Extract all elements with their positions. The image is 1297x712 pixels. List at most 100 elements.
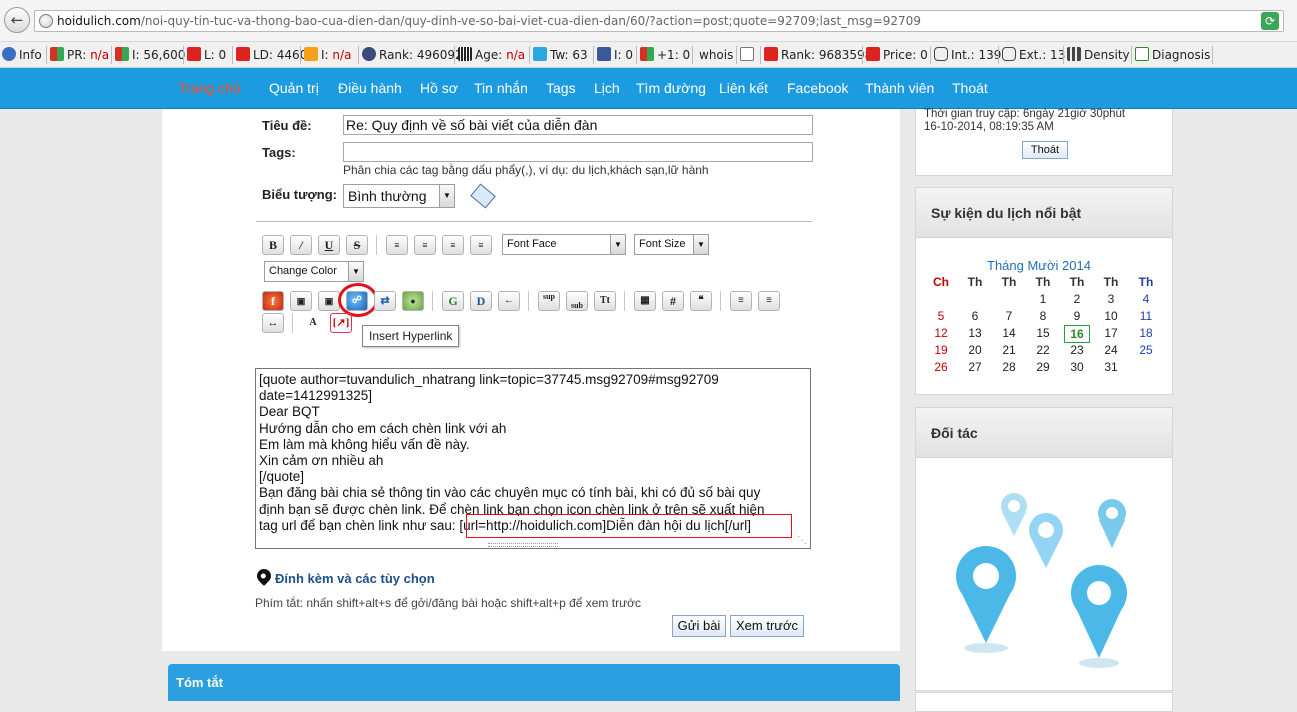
seo-source[interactable] bbox=[740, 46, 757, 64]
nav-item-facebook[interactable]: Facebook bbox=[787, 68, 848, 109]
glow-button[interactable]: G bbox=[442, 291, 464, 311]
seo-price[interactable]: Price: 0 bbox=[866, 46, 928, 64]
horizontal-rule-button[interactable]: ↔ bbox=[262, 313, 284, 333]
calendar-day[interactable]: 22 bbox=[1030, 342, 1056, 358]
font-face-select[interactable]: Font Face ▼ bbox=[502, 234, 626, 255]
nav-item-directions[interactable]: Tìm đường bbox=[636, 68, 706, 109]
calendar-day[interactable]: 8 bbox=[1030, 308, 1056, 324]
numbered-list-icon[interactable]: ≡ bbox=[758, 291, 780, 311]
nav-item-calendar[interactable]: Lịch bbox=[594, 68, 620, 109]
calendar-day[interactable]: 24 bbox=[1098, 342, 1124, 358]
resize-handle-icon[interactable]: ⋱ bbox=[797, 535, 809, 547]
italic-button[interactable]: / bbox=[290, 235, 312, 255]
table-button[interactable]: ▦ bbox=[634, 291, 656, 311]
sync-icon[interactable]: ⟳ bbox=[1261, 12, 1279, 30]
nav-item-admin[interactable]: Quản trị bbox=[269, 68, 319, 109]
calendar-day[interactable]: 19 bbox=[928, 342, 954, 358]
icon-select[interactable]: Bình thường ▼ bbox=[343, 184, 455, 208]
teletype-button[interactable]: Tt bbox=[594, 291, 616, 311]
code-button[interactable]: # bbox=[662, 291, 684, 311]
calendar-day[interactable]: 13 bbox=[962, 325, 988, 341]
calendar-day[interactable]: 30 bbox=[1064, 359, 1090, 375]
calendar-day[interactable]: 4 bbox=[1133, 291, 1159, 307]
seo-plusone[interactable]: +1: 0 bbox=[640, 46, 690, 64]
calendar-day[interactable]: 14 bbox=[996, 325, 1022, 341]
calendar-day[interactable]: 3 bbox=[1098, 291, 1124, 307]
flash-button[interactable]: f bbox=[262, 291, 284, 311]
align-left-icon[interactable]: ≡ bbox=[386, 235, 408, 255]
title-input[interactable]: Re: Quy định về số bài viết của diễn đàn bbox=[343, 115, 813, 135]
calendar-day[interactable]: 17 bbox=[1098, 325, 1124, 341]
bullet-list-icon[interactable]: ≡ bbox=[730, 291, 752, 311]
nav-item-moderate[interactable]: Điều hành bbox=[338, 68, 402, 109]
bold-button[interactable]: B bbox=[262, 235, 284, 255]
font-size-select[interactable]: Font Size ▼ bbox=[634, 234, 709, 255]
calendar-today[interactable]: 16 bbox=[1064, 325, 1090, 343]
calendar-month-title[interactable]: Tháng Mười 2014 bbox=[987, 258, 1091, 273]
seo-diagnosis[interactable]: Diagnosis bbox=[1135, 46, 1210, 64]
seo-link-domains[interactable]: LD: 4460 bbox=[236, 46, 307, 64]
calendar-day[interactable]: 26 bbox=[928, 359, 954, 375]
color-select[interactable]: Change Color ▼ bbox=[264, 261, 364, 282]
nav-item-home[interactable]: Trang chủ bbox=[178, 68, 241, 109]
calendar-day[interactable]: 21 bbox=[996, 342, 1022, 358]
seo-facebook[interactable]: I: 0 bbox=[597, 46, 633, 64]
strikethrough-button[interactable]: S bbox=[346, 235, 368, 255]
calendar-day[interactable]: 2 bbox=[1064, 291, 1090, 307]
seo-density[interactable]: Density bbox=[1067, 46, 1130, 64]
attachments-toggle[interactable]: Đính kèm và các tùy chọn bbox=[275, 571, 435, 586]
preview-button[interactable]: Xem trước bbox=[730, 615, 804, 637]
seo-rank2[interactable]: Rank: 9683598 bbox=[764, 46, 872, 64]
seo-age[interactable]: Age: n/a bbox=[458, 46, 525, 64]
align-center-icon[interactable]: ≡ bbox=[414, 235, 436, 255]
calendar-day[interactable]: 31 bbox=[1098, 359, 1124, 375]
calendar-day[interactable]: 20 bbox=[962, 342, 988, 358]
seo-pagerank[interactable]: PR: n/a bbox=[50, 46, 109, 64]
justify-icon[interactable]: ≡ bbox=[470, 235, 492, 255]
move-button[interactable]: ← bbox=[498, 291, 520, 311]
calendar-day[interactable]: 12 bbox=[928, 325, 954, 341]
seo-info[interactable]: Info bbox=[2, 46, 42, 64]
calendar-day[interactable]: 27 bbox=[962, 359, 988, 375]
calendar-day[interactable]: 29 bbox=[1030, 359, 1056, 375]
calendar-day[interactable]: 9 bbox=[1064, 308, 1090, 324]
address-bar[interactable]: hoidulich.com/noi-quy-tin-tuc-va-thong-b… bbox=[34, 10, 1284, 32]
nav-item-messages[interactable]: Tin nhắn bbox=[474, 68, 528, 109]
quote-button[interactable]: ❝ bbox=[690, 291, 712, 311]
subscript-button[interactable]: sub bbox=[566, 291, 588, 311]
email-button[interactable]: ⇄ bbox=[374, 291, 396, 311]
seo-internal-links[interactable]: Int.: 139 bbox=[934, 46, 1001, 64]
calendar-day[interactable]: 7 bbox=[996, 308, 1022, 324]
calendar-day[interactable]: 25 bbox=[1133, 342, 1159, 358]
logout-button[interactable]: Thoát bbox=[1022, 141, 1068, 159]
ftp-button[interactable]: ● bbox=[402, 291, 424, 311]
calendar-day[interactable]: 6 bbox=[962, 308, 988, 324]
submit-button[interactable]: Gửi bài bbox=[672, 615, 726, 637]
shadow-button[interactable]: D bbox=[470, 291, 492, 311]
seo-links[interactable]: L: 0 bbox=[187, 46, 226, 64]
calendar-day[interactable]: 18 bbox=[1133, 325, 1159, 341]
seo-external-links[interactable]: Ext.: 13 bbox=[1002, 46, 1065, 64]
remove-format-button[interactable]: [↗] bbox=[330, 313, 352, 333]
seo-google-index[interactable]: I: 56,600 bbox=[115, 46, 185, 64]
nav-item-profile[interactable]: Hồ sơ bbox=[420, 68, 458, 109]
nav-item-members[interactable]: Thành viên bbox=[865, 68, 934, 109]
font-icon[interactable]: A bbox=[302, 313, 324, 333]
calendar-day[interactable]: 1 bbox=[1030, 291, 1056, 307]
underline-button[interactable]: U bbox=[318, 235, 340, 255]
tags-input[interactable] bbox=[343, 142, 813, 162]
nav-item-logout[interactable]: Thoát bbox=[952, 68, 988, 109]
calendar-day[interactable]: 10 bbox=[1098, 308, 1124, 324]
seo-alexa-rank[interactable]: Rank: 496092 bbox=[362, 46, 463, 64]
ftp-image-button[interactable]: ▣ bbox=[318, 291, 340, 311]
calendar-day[interactable]: 23 bbox=[1064, 342, 1090, 358]
seo-whois[interactable]: whois bbox=[699, 46, 733, 64]
seo-twitter[interactable]: Tw: 63 bbox=[533, 46, 588, 64]
editor-resize-grip[interactable] bbox=[488, 543, 558, 547]
align-right-icon[interactable]: ≡ bbox=[442, 235, 464, 255]
seo-bing-index[interactable]: I: n/a bbox=[304, 46, 351, 64]
image-button[interactable]: ▣ bbox=[290, 291, 312, 311]
calendar-day[interactable]: 15 bbox=[1030, 325, 1056, 341]
calendar-day[interactable]: 28 bbox=[996, 359, 1022, 375]
nav-item-links[interactable]: Liên kết bbox=[719, 68, 768, 109]
